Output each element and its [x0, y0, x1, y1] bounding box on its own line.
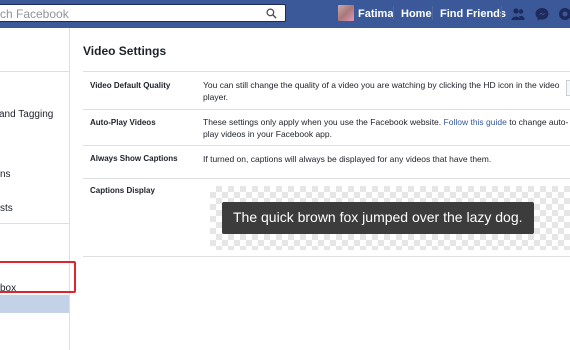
video-default-quality-description: You can still change the quality of a vi… [203, 80, 560, 102]
profile-link[interactable]: Fatima [358, 8, 393, 20]
sidebar-item-videos[interactable] [0, 295, 69, 313]
auto-play-videos-label: Auto-Play Videos [90, 118, 156, 127]
page-title: Video Settings [83, 44, 167, 58]
search-input[interactable]: ch Facebook [0, 7, 69, 21]
nav-divider [432, 6, 433, 20]
messages-icon[interactable] [535, 7, 549, 21]
home-link[interactable]: Home [401, 8, 432, 20]
nav-divider [501, 6, 502, 20]
settings-sidebar: and Tagging ns sts box [0, 28, 70, 350]
avatar[interactable] [338, 5, 354, 21]
sidebar-item-ads[interactable]: sts [0, 203, 13, 214]
row-divider [83, 71, 570, 72]
captions-display-label: Captions Display [90, 186, 155, 195]
video-default-quality-label: Video Default Quality [90, 81, 171, 90]
sidebar-divider [0, 71, 69, 72]
row-divider [83, 145, 570, 146]
video-settings-panel: Video Settings Video Default Quality You… [70, 28, 570, 350]
top-navigation-bar: ch Facebook Fatima Home Find Friends [0, 0, 570, 29]
auto-play-text: These settings only apply when you use t… [203, 117, 442, 127]
row-divider [83, 109, 570, 110]
find-friends-link[interactable]: Find Friends [440, 8, 506, 20]
row-divider [83, 178, 570, 179]
row-divider [83, 256, 570, 257]
highlight-annotation [0, 261, 76, 293]
video-quality-edit-button[interactable] [566, 80, 570, 96]
follow-guide-link[interactable]: Follow this guide [444, 117, 507, 127]
caption-preview-area: The quick brown fox jumped over the lazy… [210, 186, 570, 250]
always-show-captions-description: If turned on, captions will always be di… [203, 154, 492, 164]
search-icon[interactable] [266, 8, 277, 19]
nav-divider [393, 6, 394, 20]
notifications-icon[interactable] [558, 7, 570, 21]
caption-preview-text: The quick brown fox jumped over the lazy… [222, 202, 534, 234]
sidebar-item-apps[interactable]: ns [0, 169, 11, 180]
friend-requests-icon[interactable] [511, 7, 525, 21]
search-box[interactable]: ch Facebook [0, 4, 286, 22]
auto-play-videos-description: These settings only apply when you use t… [203, 116, 570, 140]
always-show-captions-label: Always Show Captions [90, 154, 178, 163]
sidebar-divider [0, 223, 69, 224]
sidebar-item-timeline-and-tagging[interactable]: and Tagging [0, 109, 53, 120]
